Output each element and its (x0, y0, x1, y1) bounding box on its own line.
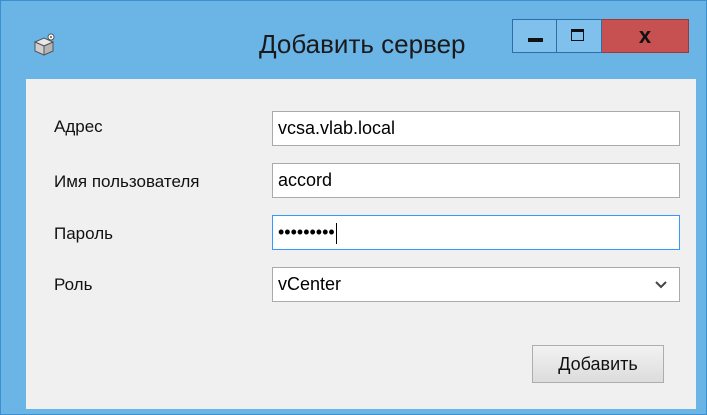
username-field[interactable]: accord (272, 163, 680, 198)
title-bar[interactable]: Добавить сервер x (1, 1, 706, 79)
role-selected-value: vCenter (278, 274, 342, 294)
close-icon: x (638, 23, 652, 48)
address-label: Адрес (54, 117, 103, 136)
app-package-icon (33, 33, 55, 56)
maximize-button[interactable] (557, 19, 602, 53)
close-button[interactable]: x (602, 19, 689, 53)
chevron-down-icon (655, 281, 667, 289)
minimize-button[interactable] (512, 19, 557, 53)
window-title: Добавить сервер (259, 29, 466, 59)
password-value: ••••••••• (278, 222, 335, 242)
password-label: Пароль (54, 224, 113, 243)
role-label: Роль (54, 275, 93, 294)
add-server-window: Добавить сервер x Адрес vcsa.vlab.local … (0, 0, 707, 415)
role-select[interactable]: vCenter (272, 267, 680, 302)
address-field[interactable]: vcsa.vlab.local (272, 111, 680, 146)
add-button[interactable]: Добавить (532, 345, 664, 383)
text-caret (335, 222, 337, 244)
username-label: Имя пользователя (54, 172, 200, 191)
minimize-icon (528, 38, 543, 42)
maximize-icon (571, 29, 584, 41)
dialog-body: Адрес vcsa.vlab.local Имя пользователя a… (26, 79, 696, 409)
password-field[interactable]: ••••••••• (272, 215, 680, 250)
